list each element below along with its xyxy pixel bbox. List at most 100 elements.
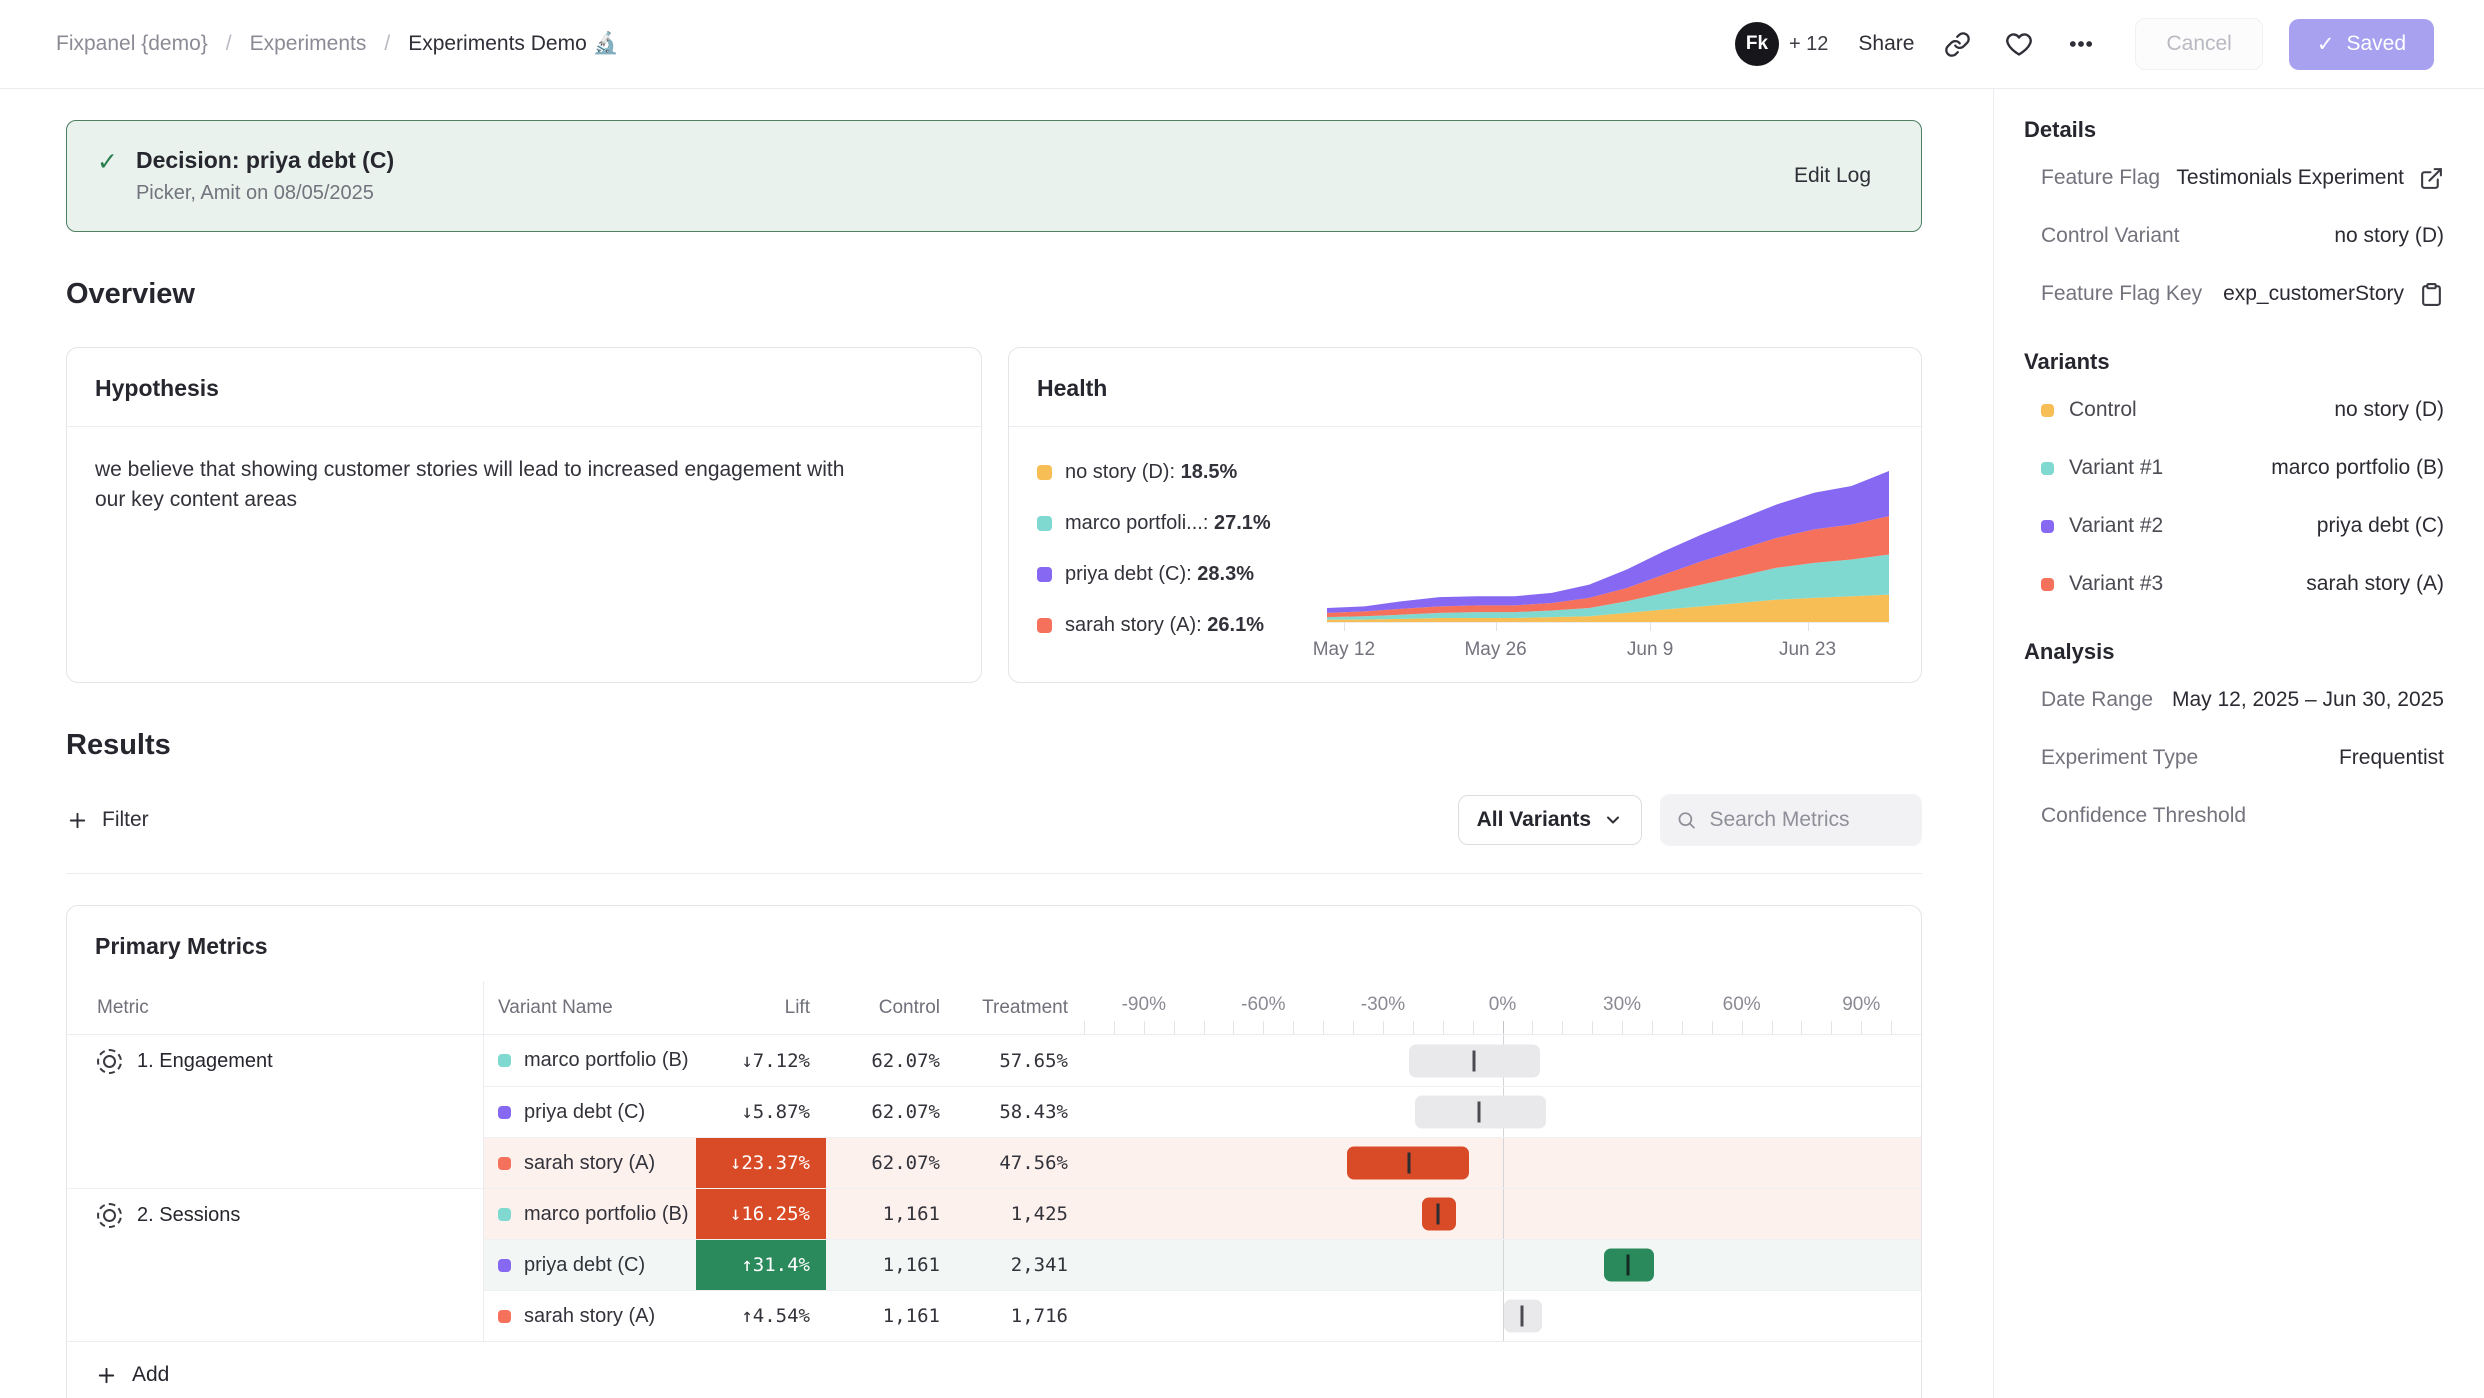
- variant-swatch: [498, 1259, 511, 1272]
- add-filter-button[interactable]: Filter: [66, 808, 149, 832]
- control-value: 62.07%: [826, 1050, 956, 1072]
- axis-ticks: [1084, 1021, 1921, 1034]
- plus-icon: [66, 809, 89, 832]
- variant-swatch: [2041, 520, 2054, 533]
- confidence-interval-bar: [1084, 1035, 1921, 1086]
- table-row: sarah story (A) ↑4.54% 1,161 1,716: [484, 1290, 1921, 1341]
- treatment-value: 47.56%: [956, 1152, 1084, 1174]
- variant-row-2: Variant #2 priya debt (C): [2024, 497, 2444, 555]
- breadcrumb-current-page: Experiments Demo 🔬: [408, 32, 619, 56]
- hypothesis-title: Hypothesis: [67, 348, 981, 427]
- detail-row-feature-flag: Feature Flag Testimonials Experiment: [2024, 149, 2444, 207]
- metric-gauge-icon: [97, 1049, 122, 1074]
- breadcrumb-separator: /: [226, 32, 232, 56]
- lift-value: ↓5.87%: [696, 1087, 826, 1137]
- collaborators-count[interactable]: + 12: [1789, 33, 1828, 56]
- col-header-control: Control: [826, 997, 956, 1019]
- table-header: Metric Variant Name Lift Control Treatme…: [67, 981, 1921, 1035]
- col-header-lift: Lift: [696, 997, 826, 1019]
- cancel-button[interactable]: Cancel: [2135, 18, 2262, 70]
- col-header-treatment: Treatment: [956, 997, 1084, 1019]
- control-value: 1,161: [826, 1305, 956, 1327]
- metric-gauge-icon: [97, 1203, 122, 1228]
- control-value: 62.07%: [826, 1101, 956, 1123]
- copy-link-icon[interactable]: [1940, 27, 1975, 62]
- treatment-value: 2,341: [956, 1254, 1084, 1276]
- legend-item: priya debt (C): 28.3%: [1037, 563, 1327, 586]
- health-stacked-area-chart: May 12May 26Jun 9Jun 23: [1327, 449, 1893, 675]
- search-metrics-input[interactable]: [1710, 808, 1907, 832]
- variant-swatch: [2041, 404, 2054, 417]
- confidence-interval-bar: [1084, 1189, 1921, 1239]
- health-card: Health no story (D): 18.5% marco portfol…: [1008, 347, 1922, 683]
- treatment-value: 57.65%: [956, 1050, 1084, 1072]
- feature-flag-link[interactable]: Testimonials Experiment: [2176, 166, 2404, 190]
- confidence-interval-bar: [1084, 1291, 1921, 1341]
- analysis-row-date-range: Date Range May 12, 2025 – Jun 30, 2025: [2024, 671, 2444, 729]
- metric-sessions[interactable]: 2. Sessions: [67, 1188, 483, 1341]
- check-icon: ✓: [2317, 32, 2335, 57]
- lift-value: ↓16.25%: [696, 1189, 826, 1239]
- variant-swatch: [498, 1054, 511, 1067]
- copy-clipboard-icon[interactable]: [2419, 282, 2444, 307]
- control-value: 1,161: [826, 1203, 956, 1225]
- decision-subtitle: Picker, Amit on 08/05/2025: [136, 182, 394, 205]
- health-area-svg: [1327, 463, 1889, 623]
- lift-value: ↑4.54%: [696, 1291, 826, 1341]
- variant-swatch: [2041, 462, 2054, 475]
- health-x-labels: May 12May 26Jun 9Jun 23: [1327, 639, 1889, 663]
- legend-swatch: [1037, 465, 1052, 480]
- metric-engagement[interactable]: 1. Engagement: [67, 1035, 483, 1188]
- lift-axis-header: -90%-60%-30%0%30%60%90%: [1084, 981, 1921, 1034]
- control-value: 62.07%: [826, 1152, 956, 1174]
- divider: [66, 873, 1922, 874]
- lift-value: ↓23.37%: [696, 1138, 826, 1188]
- variant-row-1: Variant #1 marco portfolio (B): [2024, 439, 2444, 497]
- add-metric-button[interactable]: Add: [67, 1341, 1921, 1398]
- external-link-icon[interactable]: [2419, 166, 2444, 191]
- metric-column: 1. Engagement 2. Sessions: [67, 1035, 484, 1341]
- breadcrumb-experiments[interactable]: Experiments: [250, 32, 367, 56]
- analysis-row-experiment-type: Experiment Type Frequentist: [2024, 729, 2444, 787]
- search-icon: [1676, 808, 1697, 832]
- favorite-heart-icon[interactable]: [2001, 26, 2037, 62]
- edit-log-button[interactable]: Edit Log: [1794, 164, 1891, 188]
- lift-value: ↓7.12%: [696, 1035, 826, 1086]
- health-title: Health: [1009, 348, 1921, 427]
- legend-item: no story (D): 18.5%: [1037, 461, 1327, 484]
- variant-row-control: Control no story (D): [2024, 381, 2444, 439]
- results-heading: Results: [66, 729, 1922, 762]
- col-header-variant: Variant Name: [484, 997, 696, 1019]
- hypothesis-card: Hypothesis we believe that showing custo…: [66, 347, 982, 683]
- decision-banner: ✓ Decision: priya debt (C) Picker, Amit …: [66, 120, 1922, 232]
- saved-button[interactable]: ✓ Saved: [2289, 19, 2434, 70]
- analysis-heading: Analysis: [2024, 639, 2444, 665]
- variant-swatch: [498, 1208, 511, 1221]
- decision-title: Decision: priya debt (C): [136, 147, 394, 174]
- legend-swatch: [1037, 567, 1052, 582]
- chevron-down-icon: [1603, 810, 1623, 830]
- primary-metrics-card: Primary Metrics Metric Variant Name Lift…: [66, 905, 1922, 1398]
- variant-swatch: [498, 1157, 511, 1170]
- variant-row-3: Variant #3 sarah story (A): [2024, 555, 2444, 613]
- col-header-metric: Metric: [67, 981, 484, 1034]
- legend-item: sarah story (A): 26.1%: [1037, 614, 1327, 637]
- breadcrumb-project[interactable]: Fixpanel {demo}: [56, 32, 208, 56]
- variant-swatch: [2041, 578, 2054, 591]
- legend-swatch: [1037, 516, 1052, 531]
- detail-row-control-variant: Control Variant no story (D): [2024, 207, 2444, 265]
- breadcrumb: Fixpanel {demo} / Experiments / Experime…: [56, 32, 619, 56]
- table-row: sarah story (A) ↓23.37% 62.07% 47.56%: [484, 1137, 1921, 1188]
- legend-item: marco portfoli...: 27.1%: [1037, 512, 1327, 535]
- confidence-interval-bar: [1084, 1087, 1921, 1137]
- primary-metrics-title: Primary Metrics: [67, 906, 1921, 981]
- treatment-value: 1,716: [956, 1305, 1084, 1327]
- health-x-axis: [1327, 622, 1889, 623]
- table-row: priya debt (C) ↓5.87% 62.07% 58.43%: [484, 1086, 1921, 1137]
- more-options-icon[interactable]: [2063, 26, 2099, 62]
- analysis-row-confidence-threshold: Confidence Threshold: [2024, 787, 2444, 845]
- health-legend: no story (D): 18.5% marco portfoli...: 2…: [1037, 445, 1327, 675]
- variants-dropdown[interactable]: All Variants: [1458, 795, 1642, 845]
- share-button[interactable]: Share: [1858, 32, 1914, 56]
- avatar[interactable]: Fk: [1735, 22, 1779, 66]
